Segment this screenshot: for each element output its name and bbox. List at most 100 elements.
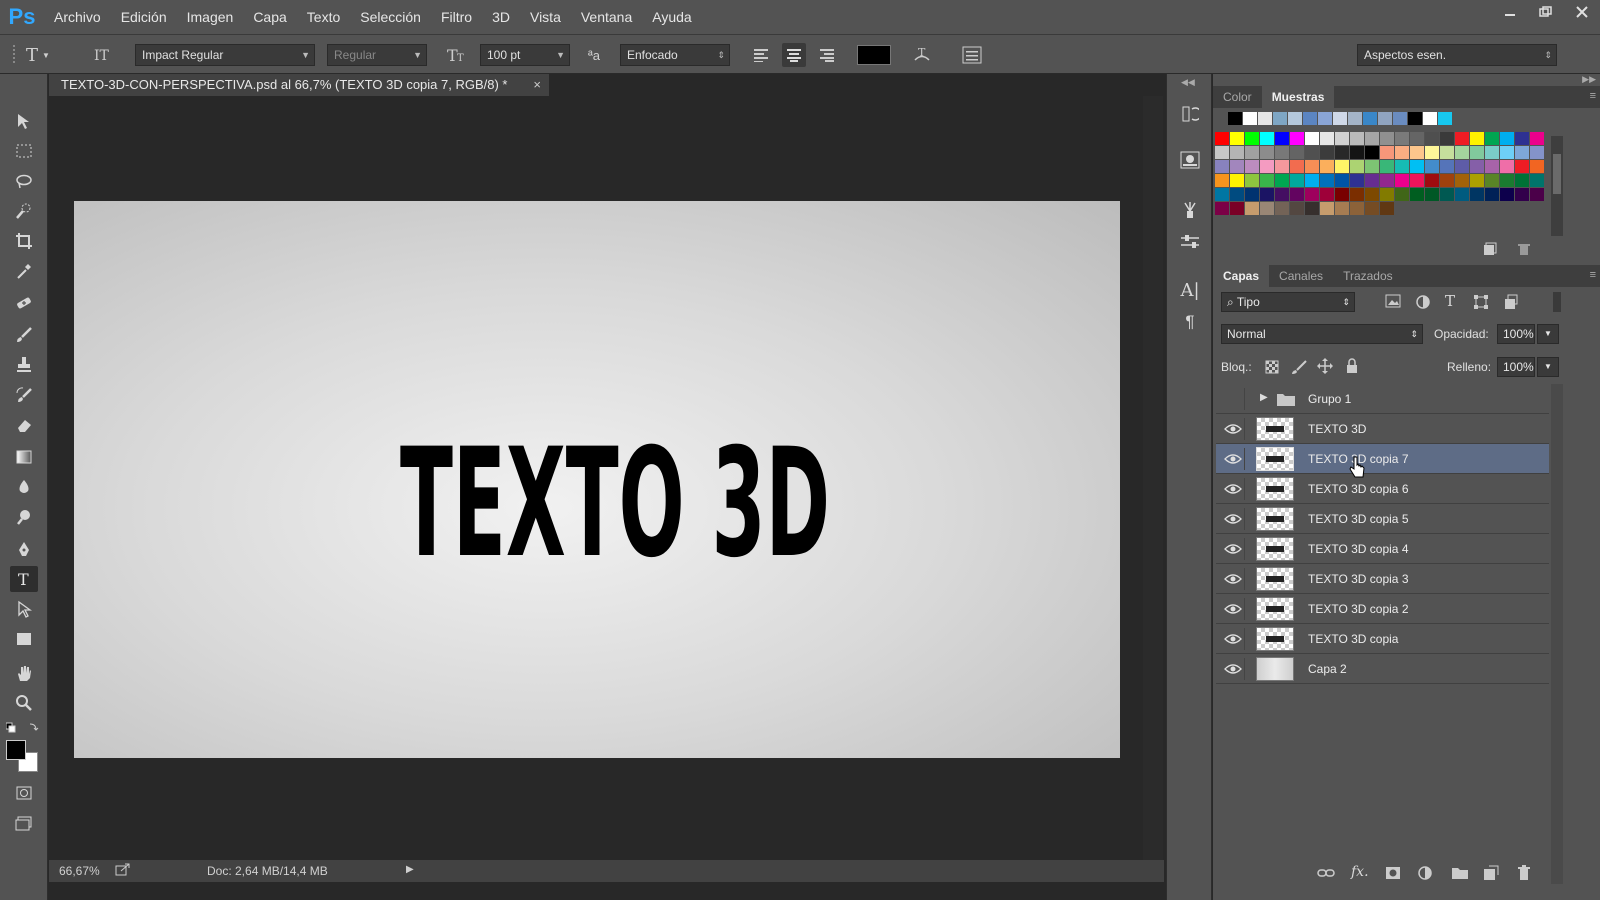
color-swatch[interactable] [1410,146,1424,159]
group-visibility-empty[interactable] [1221,388,1245,410]
delete-swatch-icon[interactable] [1517,242,1531,259]
color-swatch[interactable] [1365,146,1379,159]
color-swatch[interactable] [1215,132,1229,145]
recent-swatch[interactable] [1228,112,1242,125]
layer-row[interactable]: TEXTO 3D copia 2 [1216,594,1549,624]
color-swatch[interactable] [1305,132,1319,145]
color-swatch[interactable] [1380,146,1394,159]
font-style-select[interactable]: Regular ▼ [327,44,427,66]
menu-vista[interactable]: Vista [520,0,571,34]
add-mask-icon[interactable] [1385,866,1401,883]
color-swatch[interactable] [1455,188,1469,201]
marquee-tool-icon[interactable] [10,138,38,164]
layer-visibility-toggle[interactable] [1221,478,1245,500]
brush-presets-icon[interactable] [1178,198,1202,222]
recent-swatch[interactable] [1273,112,1287,125]
color-swatch[interactable] [1275,160,1289,173]
paragraph-panel-icon[interactable]: ¶ [1178,310,1202,334]
fill-input[interactable]: 100% [1497,357,1535,377]
color-swatch[interactable] [1215,188,1229,201]
zoom-tool-icon[interactable] [10,690,38,716]
color-swatch[interactable] [1365,174,1379,187]
eyedropper-tool-icon[interactable] [10,258,38,284]
filter-adjustment-layers-icon[interactable] [1415,294,1431,313]
tab-capas[interactable]: Capas [1213,265,1270,287]
document-tab[interactable]: TEXTO-3D-CON-PERSPECTIVA.psd al 66,7% (T… [49,74,549,96]
path-selection-tool-icon[interactable] [10,596,38,622]
lock-pixels-icon[interactable] [1291,360,1307,377]
color-swatch[interactable] [1305,160,1319,173]
layer-row[interactable]: TEXTO 3D copia 3 [1216,564,1549,594]
color-swatch[interactable] [1230,160,1244,173]
color-swatch[interactable] [1380,202,1394,215]
color-swatch[interactable] [1245,202,1259,215]
delete-layer-icon[interactable] [1517,865,1531,884]
layers-panel-menu-icon[interactable]: ≡ [1590,269,1596,281]
color-swatch[interactable] [1425,174,1439,187]
color-swatch[interactable] [1395,174,1409,187]
menu-imagen[interactable]: Imagen [177,0,244,34]
color-swatch[interactable] [1365,188,1379,201]
color-swatch[interactable] [1350,146,1364,159]
default-colors-icon[interactable] [5,720,42,734]
crop-tool-icon[interactable] [10,228,38,254]
layer-row[interactable]: TEXTO 3D copia 7 [1216,444,1549,474]
layers-scrollbar[interactable] [1551,384,1563,884]
color-swatch[interactable] [1275,174,1289,187]
layer-row[interactable]: TEXTO 3D copia 5 [1216,504,1549,534]
layer-visibility-toggle[interactable] [1221,448,1245,470]
history-panel-icon[interactable] [1178,102,1202,126]
color-swatch[interactable] [1320,132,1334,145]
opacity-input[interactable]: 100% [1497,324,1535,344]
workspace-select[interactable]: Aspectos esen. ⇕ [1357,44,1557,66]
color-swatch[interactable] [1440,174,1454,187]
antialias-select[interactable]: Enfocado ⇕ [620,44,730,66]
color-swatch[interactable] [1275,202,1289,215]
color-swatch[interactable] [1320,146,1334,159]
character-panel-dock-icon[interactable]: A| [1178,278,1202,302]
color-swatch[interactable] [1425,132,1439,145]
color-swatch[interactable] [1530,160,1544,173]
history-brush-tool-icon[interactable] [10,382,38,408]
color-swatch[interactable] [1395,146,1409,159]
color-swatch[interactable] [1260,160,1274,173]
layer-filter-select[interactable]: ⌕ Tipo ⇕ [1221,292,1355,312]
recent-swatch[interactable] [1438,112,1452,125]
color-swatch[interactable] [1335,160,1349,173]
recent-swatch[interactable] [1243,112,1257,125]
menu-archivo[interactable]: Archivo [44,0,111,34]
color-swatch[interactable] [1215,146,1229,159]
color-swatch[interactable] [1500,146,1514,159]
color-swatch[interactable] [1320,174,1334,187]
screen-mode-icon[interactable] [10,810,38,836]
color-swatch[interactable] [1515,160,1529,173]
color-swatch[interactable] [1500,188,1514,201]
color-swatch[interactable] [1290,174,1304,187]
color-swatch[interactable] [1260,202,1274,215]
filter-pixel-layers-icon[interactable] [1385,294,1401,311]
quick-selection-tool-icon[interactable] [10,198,38,224]
color-swatch[interactable] [1335,132,1349,145]
color-swatch[interactable] [1395,188,1409,201]
type-tool-icon[interactable]: T [10,566,38,592]
gradient-tool-icon[interactable] [10,444,38,470]
font-size-select[interactable]: 100 pt ▼ [480,44,570,66]
color-swatch[interactable] [1215,174,1229,187]
color-swatch[interactable] [1470,174,1484,187]
color-swatch[interactable] [1245,174,1259,187]
tab-trazados[interactable]: Trazados [1333,265,1403,287]
text-color-swatch[interactable] [857,45,891,65]
color-swatch[interactable] [1260,132,1274,145]
color-swatch[interactable] [1215,160,1229,173]
color-swatch[interactable] [1290,188,1304,201]
layer-row[interactable]: Capa 2 [1216,654,1549,684]
color-swatch[interactable] [1335,188,1349,201]
color-swatch[interactable] [1335,202,1349,215]
canvas-3d-text[interactable]: TEXTO 3D [390,405,840,575]
recent-swatch[interactable] [1393,112,1407,125]
expand-panels-icon[interactable]: ▶▶ [1582,74,1596,85]
color-swatch[interactable] [1350,160,1364,173]
layer-visibility-toggle[interactable] [1221,628,1245,650]
close-window-icon[interactable] [1564,0,1600,24]
character-panel-icon[interactable] [960,43,984,67]
